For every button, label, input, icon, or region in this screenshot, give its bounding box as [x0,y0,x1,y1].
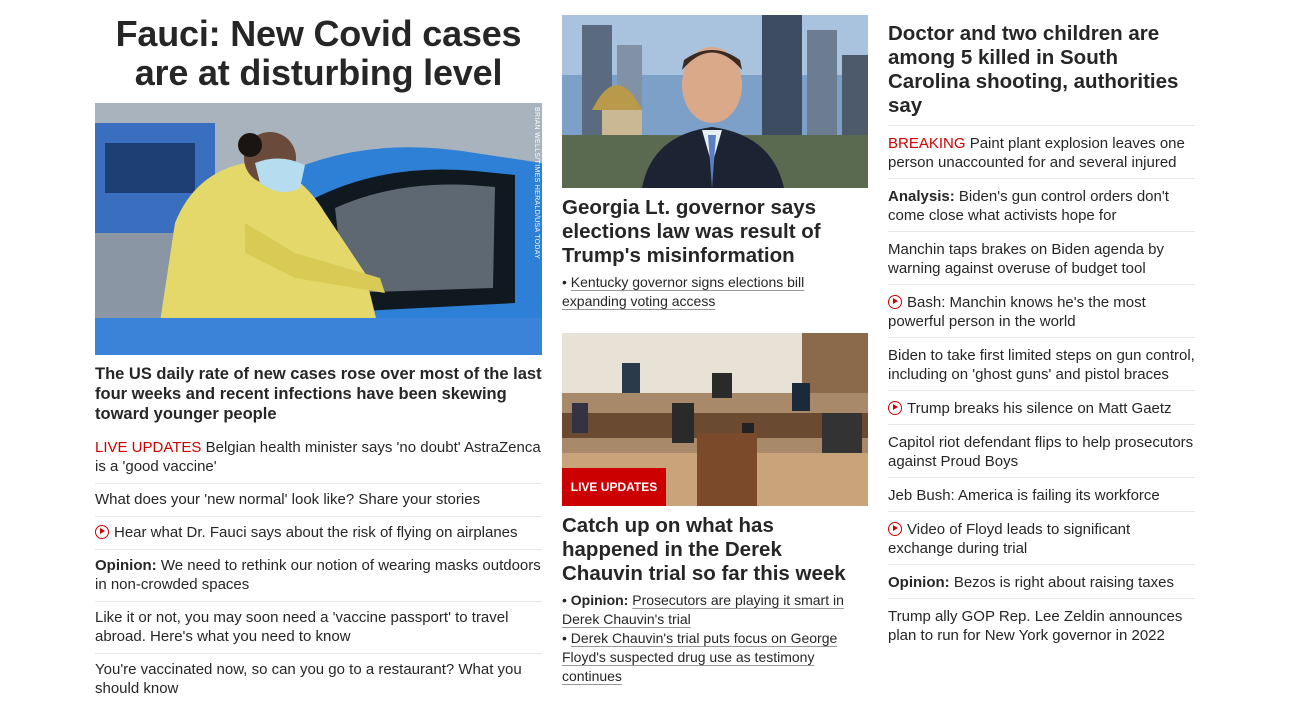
list-item[interactable]: Trump ally GOP Rep. Lee Zeldin announces… [888,599,1195,651]
chauvin-headline[interactable]: Catch up on what has happened in the Der… [562,514,868,586]
list-item-text[interactable]: Hear what Dr. Fauci says about the risk … [114,524,518,541]
chauvin-trial-image[interactable]: LIVE UPDATES [562,333,868,506]
bullet-link[interactable]: Derek Chauvin's trial puts focus on Geor… [562,630,837,684]
column-middle: Georgia Lt. governor says elections law … [562,0,868,686]
headline-list: BREAKING Paint plant explosion leaves on… [888,125,1195,651]
column-left: Fauci: New Covid cases are at disturbing… [95,0,542,705]
chauvin-bullets: • Opinion: Prosecutors are playing it sm… [562,591,868,686]
list-item[interactable]: Jeb Bush: America is failing its workfor… [888,478,1195,512]
list-item[interactable]: You're vaccinated now, so can you go to … [95,654,542,705]
list-item-text[interactable]: Capitol riot defendant flips to help pro… [888,434,1193,470]
list-item-text[interactable]: We need to rethink our notion of wearing… [95,557,541,593]
list-item[interactable]: BREAKING Paint plant explosion leaves on… [888,126,1195,179]
bullet-item[interactable]: • Derek Chauvin's trial puts focus on Ge… [562,629,868,686]
hero-image[interactable]: BRIAN WELLS/TIMES HERALD/USA TODAY [95,103,542,355]
hero-headline[interactable]: Fauci: New Covid cases are at disturbing… [95,14,542,92]
list-item-text[interactable]: Video of Floyd leads to significant exch… [888,521,1130,557]
georgia-bullets: • Kentucky governor signs elections bill… [562,273,868,311]
list-item[interactable]: Capitol riot defendant flips to help pro… [888,425,1195,478]
related-list: LIVE UPDATES Belgian health minister say… [95,433,542,705]
list-item-text[interactable]: Trump breaks his silence on Matt Gaetz [907,400,1172,417]
list-item[interactable]: Bash: Manchin knows he's the most powerf… [888,285,1195,338]
bullet-link[interactable]: Kentucky governor signs elections bill e… [562,274,804,309]
bullet-item[interactable]: • Opinion: Prosecutors are playing it sm… [562,591,868,629]
list-item-text[interactable]: Trump ally GOP Rep. Lee Zeldin announces… [888,608,1182,644]
list-item-text[interactable]: Jeb Bush: America is failing its workfor… [888,487,1160,504]
list-item-text[interactable]: Like it or not, you may soon need a 'vac… [95,609,508,645]
hero-subheadline[interactable]: The US daily rate of new cases rose over… [95,364,542,424]
play-video-icon [888,401,902,415]
bullet-item[interactable]: • Kentucky governor signs elections bill… [562,273,868,311]
photo-credit: BRIAN WELLS/TIMES HERALD/USA TODAY [533,107,540,260]
georgia-governor-image[interactable] [562,15,868,188]
list-item-text[interactable]: Bash: Manchin knows he's the most powerf… [888,294,1146,330]
list-item[interactable]: Biden to take first limited steps on gun… [888,338,1195,391]
opinion-label: Opinion: [888,574,950,591]
list-item[interactable]: What does your 'new normal' look like? S… [95,484,542,517]
list-item-text[interactable]: Bezos is right about raising taxes [954,574,1174,591]
list-item[interactable]: Hear what Dr. Fauci says about the risk … [95,517,542,550]
list-item[interactable]: Video of Floyd leads to significant exch… [888,512,1195,565]
opinion-label: Opinion: [95,557,157,574]
list-item[interactable]: Opinion: Bezos is right about raising ta… [888,565,1195,599]
list-item-text[interactable]: Manchin taps brakes on Biden agenda by w… [888,241,1164,277]
play-video-icon [888,522,902,536]
list-item[interactable]: Opinion: We need to rethink our notion o… [95,550,542,602]
list-item-text[interactable]: What does your 'new normal' look like? S… [95,491,480,508]
analysis-label: Analysis: [888,188,955,205]
live-updates-badge: LIVE UPDATES [562,468,666,506]
list-item-text[interactable]: Biden to take first limited steps on gun… [888,347,1195,383]
list-item[interactable]: Manchin taps brakes on Biden agenda by w… [888,232,1195,285]
shooting-headline[interactable]: Doctor and two children are among 5 kill… [888,22,1195,118]
list-item-text[interactable]: You're vaccinated now, so can you go to … [95,661,522,697]
play-video-icon [888,295,902,309]
georgia-headline[interactable]: Georgia Lt. governor says elections law … [562,196,868,268]
list-item[interactable]: LIVE UPDATES Belgian health minister say… [95,433,542,484]
column-right: Doctor and two children are among 5 kill… [888,0,1195,651]
opinion-label: Opinion: [570,592,629,608]
list-item[interactable]: Like it or not, you may soon need a 'vac… [95,602,542,654]
play-video-icon [95,525,109,539]
list-item[interactable]: Trump breaks his silence on Matt Gaetz [888,391,1195,425]
breaking-tag: BREAKING [888,135,966,152]
live-updates-tag: LIVE UPDATES [95,439,202,456]
list-item[interactable]: Analysis: Biden's gun control orders don… [888,179,1195,232]
